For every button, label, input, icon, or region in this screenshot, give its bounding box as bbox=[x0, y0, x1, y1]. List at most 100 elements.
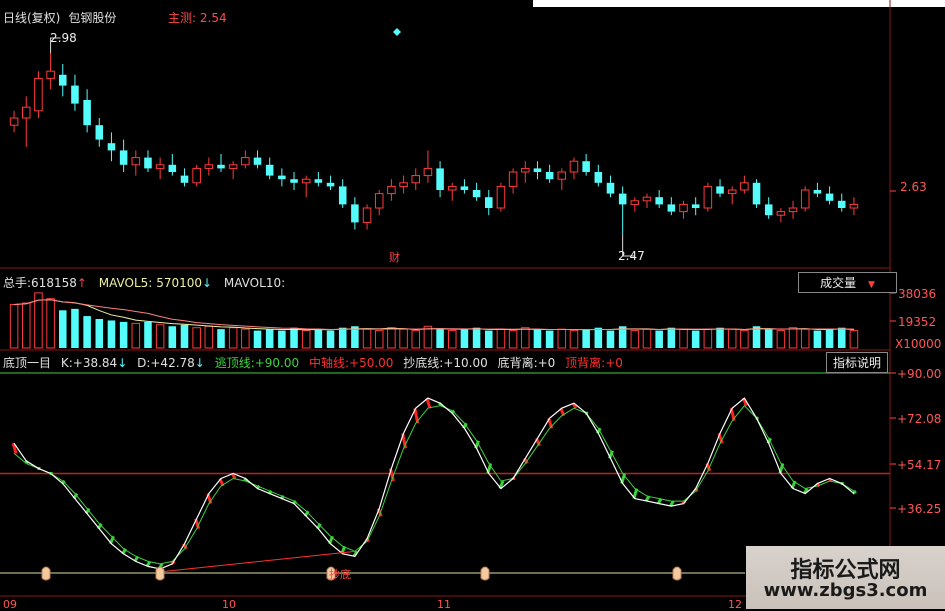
candle-body-down bbox=[582, 161, 590, 172]
volume-bar-down bbox=[545, 330, 554, 348]
volume-bar-up bbox=[569, 330, 579, 349]
volume-bar-up bbox=[800, 328, 810, 349]
candle-body-up bbox=[362, 207, 372, 223]
candle-body-down bbox=[326, 182, 335, 187]
candle-body-down bbox=[484, 197, 493, 208]
volume-bar-down bbox=[71, 308, 79, 348]
volume-bar-down bbox=[691, 330, 700, 348]
mavol10-partial: MAVOL10: 72.14万↓ bbox=[223, 276, 290, 290]
volume-bar-down bbox=[667, 327, 676, 348]
bottom-line-value: +10.00 bbox=[443, 356, 488, 370]
candle-body-down bbox=[460, 186, 469, 190]
candle-body-down bbox=[655, 197, 663, 205]
watermark: 指标公式网 www.zbgs3.com bbox=[746, 546, 945, 609]
candle-body-down bbox=[119, 150, 128, 165]
indicator-axis-36: +36.25 bbox=[897, 502, 942, 516]
k-arrow: ↓ bbox=[117, 356, 128, 370]
mavol5-label: MAVOL5: bbox=[98, 276, 153, 290]
indicator-axis-54: +54.17 bbox=[897, 458, 942, 472]
candle-body-down bbox=[278, 175, 286, 180]
candle-body-up bbox=[703, 185, 713, 209]
volume-bar-up bbox=[679, 328, 688, 349]
candle-body-up bbox=[630, 200, 640, 205]
candle-body-up bbox=[387, 185, 396, 195]
volume-bar-up bbox=[21, 302, 31, 349]
candle-body-up bbox=[411, 175, 421, 184]
candle-body-up bbox=[131, 157, 141, 166]
volume-bar-down bbox=[338, 327, 347, 348]
candle-body-up bbox=[521, 167, 530, 173]
volume-bar-up bbox=[776, 330, 786, 349]
bottom-line-label: 抄底线: bbox=[403, 356, 444, 370]
volume-bar-down bbox=[107, 320, 116, 348]
candle-body-down bbox=[253, 157, 262, 165]
time-axis-label-3: 12 bbox=[728, 598, 742, 611]
volume-bar-down bbox=[436, 329, 444, 348]
buy-signal-text: 抄底 bbox=[329, 568, 351, 581]
candle-body-down bbox=[436, 168, 444, 190]
escape-line-value: +90.00 bbox=[254, 356, 300, 370]
volume-bar-down bbox=[278, 330, 286, 348]
candle-body-down bbox=[180, 175, 189, 183]
total-volume-label: 总手: bbox=[3, 276, 32, 290]
indicator-help-button[interactable]: 指标说明 bbox=[826, 352, 889, 373]
candle-body-down bbox=[618, 193, 627, 205]
volume-bar-up bbox=[387, 327, 396, 349]
buy-signal-hand-icon bbox=[672, 566, 682, 581]
d-label: D: bbox=[137, 356, 151, 370]
volume-bar-up bbox=[399, 328, 408, 349]
volume-header: 总手:618158↑ MAVOL5: 570100↓ MAVOL10: 72.1… bbox=[3, 274, 290, 291]
volume-bar-down bbox=[594, 327, 603, 348]
volume-axis-unit: X10000 bbox=[895, 337, 942, 351]
candle-body-up bbox=[727, 189, 737, 195]
volume-bar-down bbox=[655, 330, 663, 348]
volume-indicator-button[interactable]: 成交量 ▼ bbox=[798, 272, 897, 293]
volume-bar-down bbox=[253, 330, 262, 348]
bottom-divergence-label: 底背离: bbox=[497, 356, 538, 370]
candle-body-up bbox=[21, 106, 31, 119]
candle-body-down bbox=[144, 157, 152, 169]
candle-body-down bbox=[837, 200, 846, 208]
volume-bar-down bbox=[314, 329, 323, 348]
candle-body-up bbox=[155, 164, 165, 169]
k-value: +38.84 bbox=[72, 356, 118, 370]
candle-body-up bbox=[301, 178, 311, 184]
volume-bar-up bbox=[788, 327, 798, 349]
candle-body-up bbox=[679, 203, 688, 213]
top-divergence-value: +0 bbox=[605, 356, 623, 370]
kd-band-segment bbox=[425, 397, 432, 409]
time-axis-label-1: 10 bbox=[222, 598, 236, 611]
volume-bar-down bbox=[265, 329, 274, 348]
volume-bar-up bbox=[496, 328, 506, 349]
candle-body-down bbox=[351, 204, 359, 223]
candle-body-up bbox=[228, 164, 238, 169]
volume-bar-down bbox=[460, 329, 469, 348]
candle-body-down bbox=[667, 204, 676, 212]
chart-canvas[interactable] bbox=[0, 0, 945, 609]
dropdown-arrow-icon: ▼ bbox=[867, 280, 875, 290]
volume-bar-up bbox=[228, 327, 238, 349]
volume-bar-up bbox=[727, 328, 737, 349]
candle-body-up bbox=[399, 182, 408, 187]
volume-bar-up bbox=[46, 298, 55, 349]
candle-body-down bbox=[545, 172, 554, 180]
buy-signal-hand-icon bbox=[480, 566, 490, 581]
volume-bar-up bbox=[155, 324, 165, 349]
mavol5-arrow: ↓ bbox=[202, 276, 213, 290]
volume-bar-up bbox=[849, 330, 859, 349]
volume-bar-down bbox=[290, 327, 298, 348]
candle-body-down bbox=[107, 143, 116, 151]
indicator-header: 底顶一目 K:+38.84↓ D:+42.78↓ 逃顶线:+90.00 中轴线:… bbox=[3, 354, 623, 371]
candle-body-down bbox=[716, 186, 724, 194]
candle-body-up bbox=[374, 193, 384, 209]
volume-bar-down bbox=[837, 327, 846, 348]
volume-axis-mid: 19352 bbox=[898, 315, 937, 329]
volume-bar-down bbox=[168, 326, 177, 348]
volume-bar-down bbox=[144, 321, 152, 348]
volume-bar-down bbox=[472, 327, 481, 348]
finance-event-marker[interactable]: 财 bbox=[389, 249, 400, 265]
volume-bar-down bbox=[326, 330, 335, 348]
indicator-name[interactable]: 底顶一目 bbox=[3, 356, 51, 370]
candle-body-down bbox=[168, 164, 177, 172]
volume-bar-down bbox=[813, 330, 822, 348]
